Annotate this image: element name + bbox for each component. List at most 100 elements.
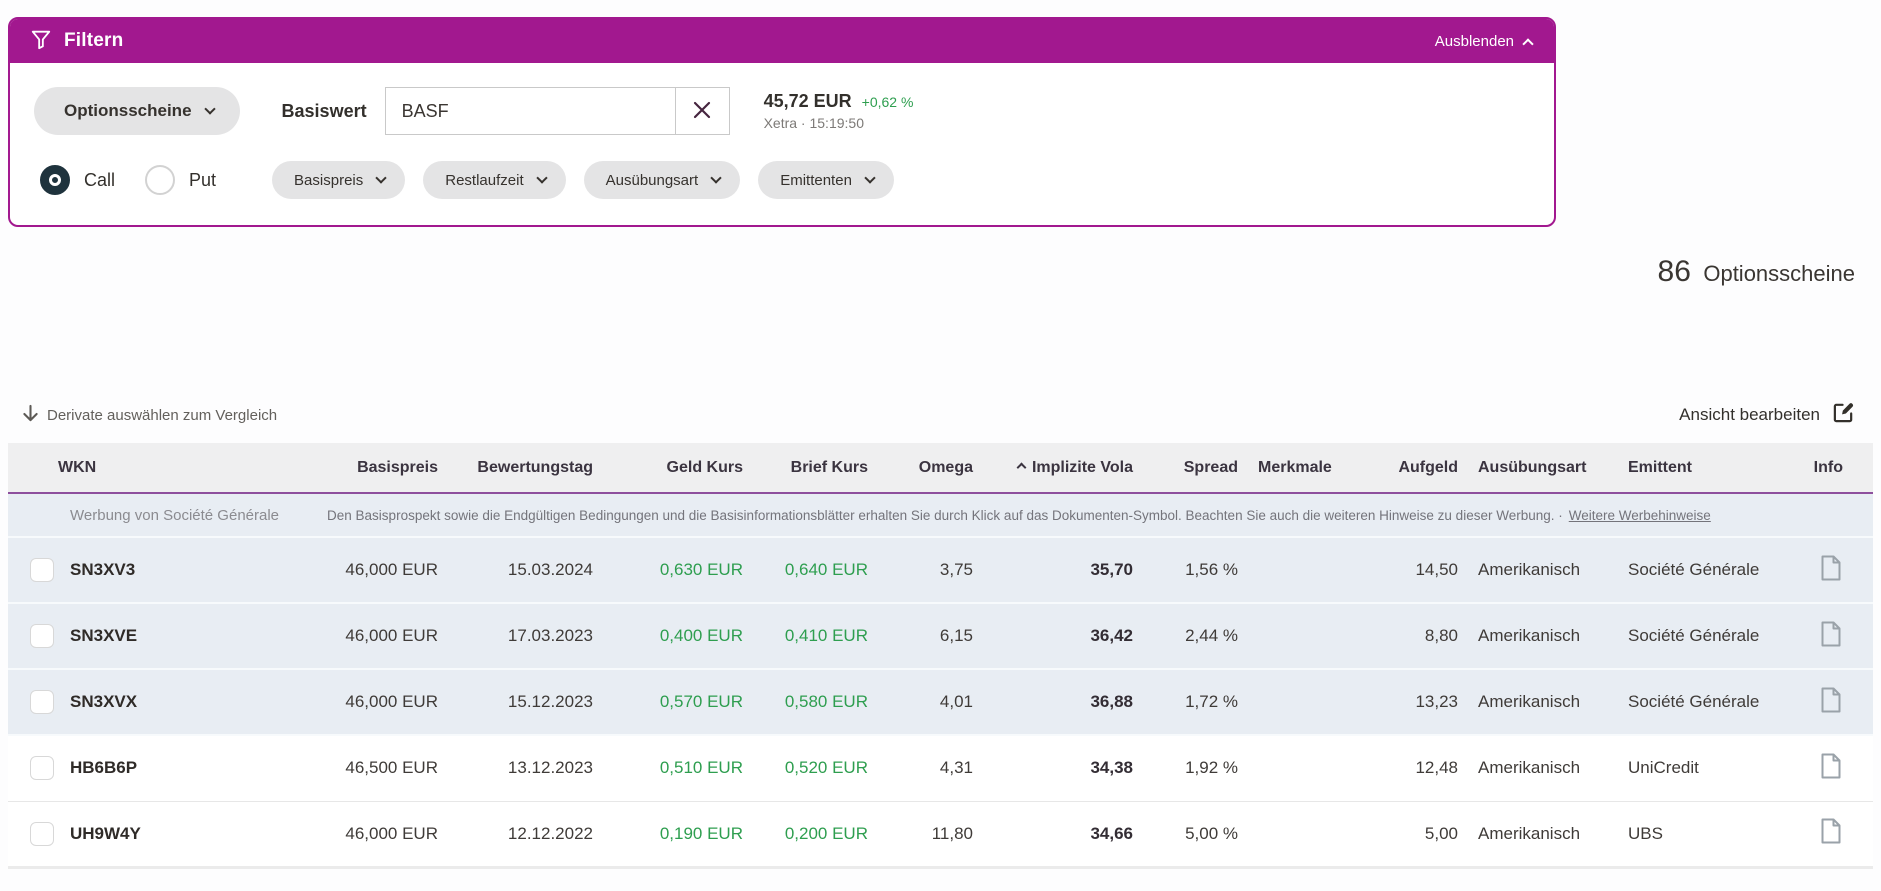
cell-basispreis: 46,000 EUR	[258, 603, 438, 670]
hide-filters-button[interactable]: Ausblenden	[1435, 33, 1534, 50]
filter-pill-ausuebungsart[interactable]: Ausübungsart	[583, 161, 741, 199]
col-header-implizite-vola-label: Implizite Vola	[1031, 458, 1133, 476]
table-toolbar: Derivate auswählen zum Vergleich Ansicht…	[0, 401, 1881, 429]
basiswert-label: Basiswert	[281, 100, 367, 121]
table-row: SN3XVE 46,000 EUR 17.03.2023 0,400 EUR 0…	[8, 603, 1873, 670]
radio-put-control[interactable]	[145, 165, 176, 195]
radio-option-call[interactable]: Call	[40, 165, 115, 195]
cell-basispreis: 46,500 EUR	[258, 735, 438, 801]
filter-pill-group: Basispreis Restlaufzeit Ausübungsart Emi…	[272, 161, 912, 199]
cell-omega: 4,31	[868, 735, 973, 801]
cell-implizite-vola: 35,70	[973, 537, 1133, 604]
quote-venue-time: Xetra · 15:19:50	[763, 114, 864, 131]
cell-geld-kurs: 0,510 EUR	[593, 735, 743, 801]
cell-geld-kurs: 0,190 EUR	[593, 800, 743, 869]
row-checkbox[interactable]	[30, 690, 54, 714]
cell-brief-kurs: 0,520 EUR	[743, 735, 868, 801]
col-header-select	[8, 443, 58, 494]
filter-panel-header: Filtern Ausblenden	[10, 19, 1554, 63]
clear-input-button[interactable]	[674, 88, 729, 134]
cell-spread: 1,72 %	[1133, 669, 1238, 736]
cell-brief-kurs: 0,640 EUR	[743, 537, 868, 604]
document-icon[interactable]	[1821, 555, 1841, 584]
compare-derivatives-button[interactable]: Derivate auswählen zum Vergleich	[22, 404, 277, 427]
cell-basispreis: 46,000 EUR	[258, 669, 438, 736]
cell-brief-kurs: 0,410 EUR	[743, 603, 868, 670]
cell-omega: 11,80	[868, 800, 973, 869]
cell-wkn[interactable]: SN3XVE	[58, 603, 258, 670]
edit-view-button[interactable]: Ansicht bearbeiten	[1679, 401, 1855, 429]
cell-aufgeld: 12,48	[1358, 735, 1458, 801]
table-row: SN3XVX 46,000 EUR 15.12.2023 0,570 EUR 0…	[8, 669, 1873, 736]
instrument-type-dropdown[interactable]: Optionsscheine	[34, 87, 240, 135]
col-header-brief-kurs[interactable]: Brief Kurs	[743, 443, 868, 494]
chevron-down-icon	[710, 171, 722, 184]
row-checkbox[interactable]	[30, 558, 54, 582]
cell-bewertungstag: 12.12.2022	[438, 800, 593, 869]
underlying-quote: 45,72 EUR +0,62 % Xetra · 15:19:50	[764, 90, 914, 132]
chevron-down-icon	[203, 102, 216, 115]
document-icon[interactable]	[1821, 753, 1841, 782]
row-checkbox[interactable]	[30, 756, 54, 781]
radio-option-put[interactable]: Put	[145, 165, 216, 195]
cell-emittent: Société Générale	[1608, 669, 1793, 736]
cell-aufgeld: 5,00	[1358, 800, 1458, 869]
filter-pill-restlaufzeit[interactable]: Restlaufzeit	[423, 161, 566, 199]
quote-price: 45,72 EUR	[763, 91, 852, 111]
document-icon[interactable]	[1821, 621, 1841, 650]
col-header-emittent[interactable]: Emittent	[1608, 443, 1793, 494]
cell-merkmale	[1238, 669, 1358, 736]
table-row: UH9W4Y 46,000 EUR 12.12.2022 0,190 EUR 0…	[8, 800, 1873, 869]
cell-aufgeld: 14,50	[1358, 537, 1458, 604]
edit-view-label: Ansicht bearbeiten	[1679, 405, 1820, 424]
compare-derivatives-label: Derivate auswählen zum Vergleich	[47, 406, 278, 424]
filter-pill-emittenten[interactable]: Emittenten	[758, 161, 894, 199]
cell-emittent: Société Générale	[1608, 537, 1793, 604]
pill-label: Ausübungsart	[605, 171, 699, 189]
pill-label: Basispreis	[294, 171, 364, 189]
filter-pill-basispreis[interactable]: Basispreis	[272, 161, 406, 199]
cell-wkn[interactable]: SN3XVX	[58, 669, 258, 736]
col-header-ausuebungsart[interactable]: Ausübungsart	[1458, 443, 1608, 494]
chevron-down-icon	[535, 171, 548, 184]
cell-wkn[interactable]: SN3XV3	[58, 537, 258, 604]
cell-bewertungstag: 17.03.2023	[438, 603, 593, 670]
col-header-implizite-vola[interactable]: Implizite Vola	[973, 443, 1133, 494]
result-count-number: 86	[1657, 255, 1691, 288]
col-header-bewertungstag[interactable]: Bewertungstag	[438, 443, 593, 494]
cell-ausuebungsart: Amerikanisch	[1458, 669, 1608, 736]
col-header-omega[interactable]: Omega	[868, 443, 973, 494]
quote-change: +0,62 %	[861, 94, 914, 110]
ad-disclaimer-text: Den Basisprospekt sowie die Endgültigen …	[327, 507, 1563, 523]
col-header-info[interactable]: Info	[1793, 443, 1873, 494]
row-checkbox[interactable]	[30, 821, 54, 846]
col-header-merkmale[interactable]: Merkmale	[1238, 443, 1358, 494]
ad-more-info-link[interactable]: Weitere Werbehinweise	[1569, 508, 1711, 523]
cell-wkn[interactable]: HB6B6P	[58, 735, 258, 801]
cell-bewertungstag: 15.03.2024	[438, 537, 593, 604]
cell-merkmale	[1238, 537, 1358, 604]
basiswert-input[interactable]	[385, 88, 675, 134]
col-header-spread[interactable]: Spread	[1133, 443, 1238, 494]
document-icon[interactable]	[1821, 687, 1841, 716]
cell-geld-kurs: 0,570 EUR	[593, 669, 743, 736]
ad-source-label: Werbung von Société Générale	[70, 506, 280, 524]
cell-spread: 5,00 %	[1133, 800, 1238, 869]
col-header-basispreis[interactable]: Basispreis	[258, 443, 438, 494]
radio-call-control[interactable]	[40, 165, 70, 195]
col-header-wkn[interactable]: WKN	[58, 443, 258, 494]
cell-brief-kurs: 0,200 EUR	[743, 800, 868, 869]
cell-implizite-vola: 36,42	[973, 603, 1133, 670]
row-checkbox[interactable]	[30, 624, 54, 648]
cell-brief-kurs: 0,580 EUR	[743, 669, 868, 736]
cell-wkn[interactable]: UH9W4Y	[58, 800, 258, 869]
cell-basispreis: 46,000 EUR	[258, 800, 438, 869]
col-header-aufgeld[interactable]: Aufgeld	[1358, 443, 1458, 494]
cell-spread: 1,56 %	[1133, 537, 1238, 604]
col-header-geld-kurs[interactable]: Geld Kurs	[593, 443, 743, 494]
pill-label: Emittenten	[780, 171, 852, 189]
cell-spread: 1,92 %	[1133, 735, 1238, 801]
cell-bewertungstag: 15.12.2023	[438, 669, 593, 736]
document-icon[interactable]	[1821, 818, 1841, 847]
filter-panel-body: Optionsscheine Basiswert 45,72 EUR +0,62…	[10, 63, 1554, 225]
